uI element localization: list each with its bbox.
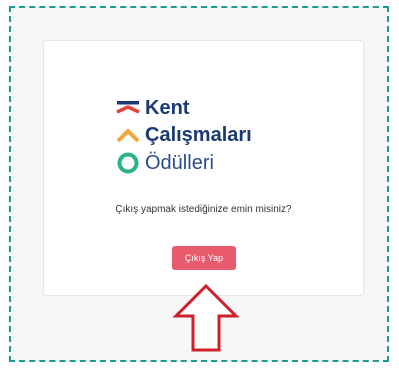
green-circle-icon (116, 150, 142, 176)
orange-chevron-icon (116, 122, 142, 148)
red-up-arrow-icon (172, 283, 240, 352)
red-lines-icon (116, 95, 142, 121)
logo-line-kent: Kent (145, 97, 190, 119)
logout-button[interactable]: Çıkış Yap (172, 246, 236, 270)
logo-line-calismalari: Çalışmaları (145, 124, 252, 146)
logout-confirm-text: Çıkış yapmak istediğinize emin misiniz? (115, 204, 292, 215)
logo-line-odulleri: Ödülleri (145, 152, 214, 174)
brand-logo: Kent Çalışmaları Ödülleri (116, 95, 286, 185)
